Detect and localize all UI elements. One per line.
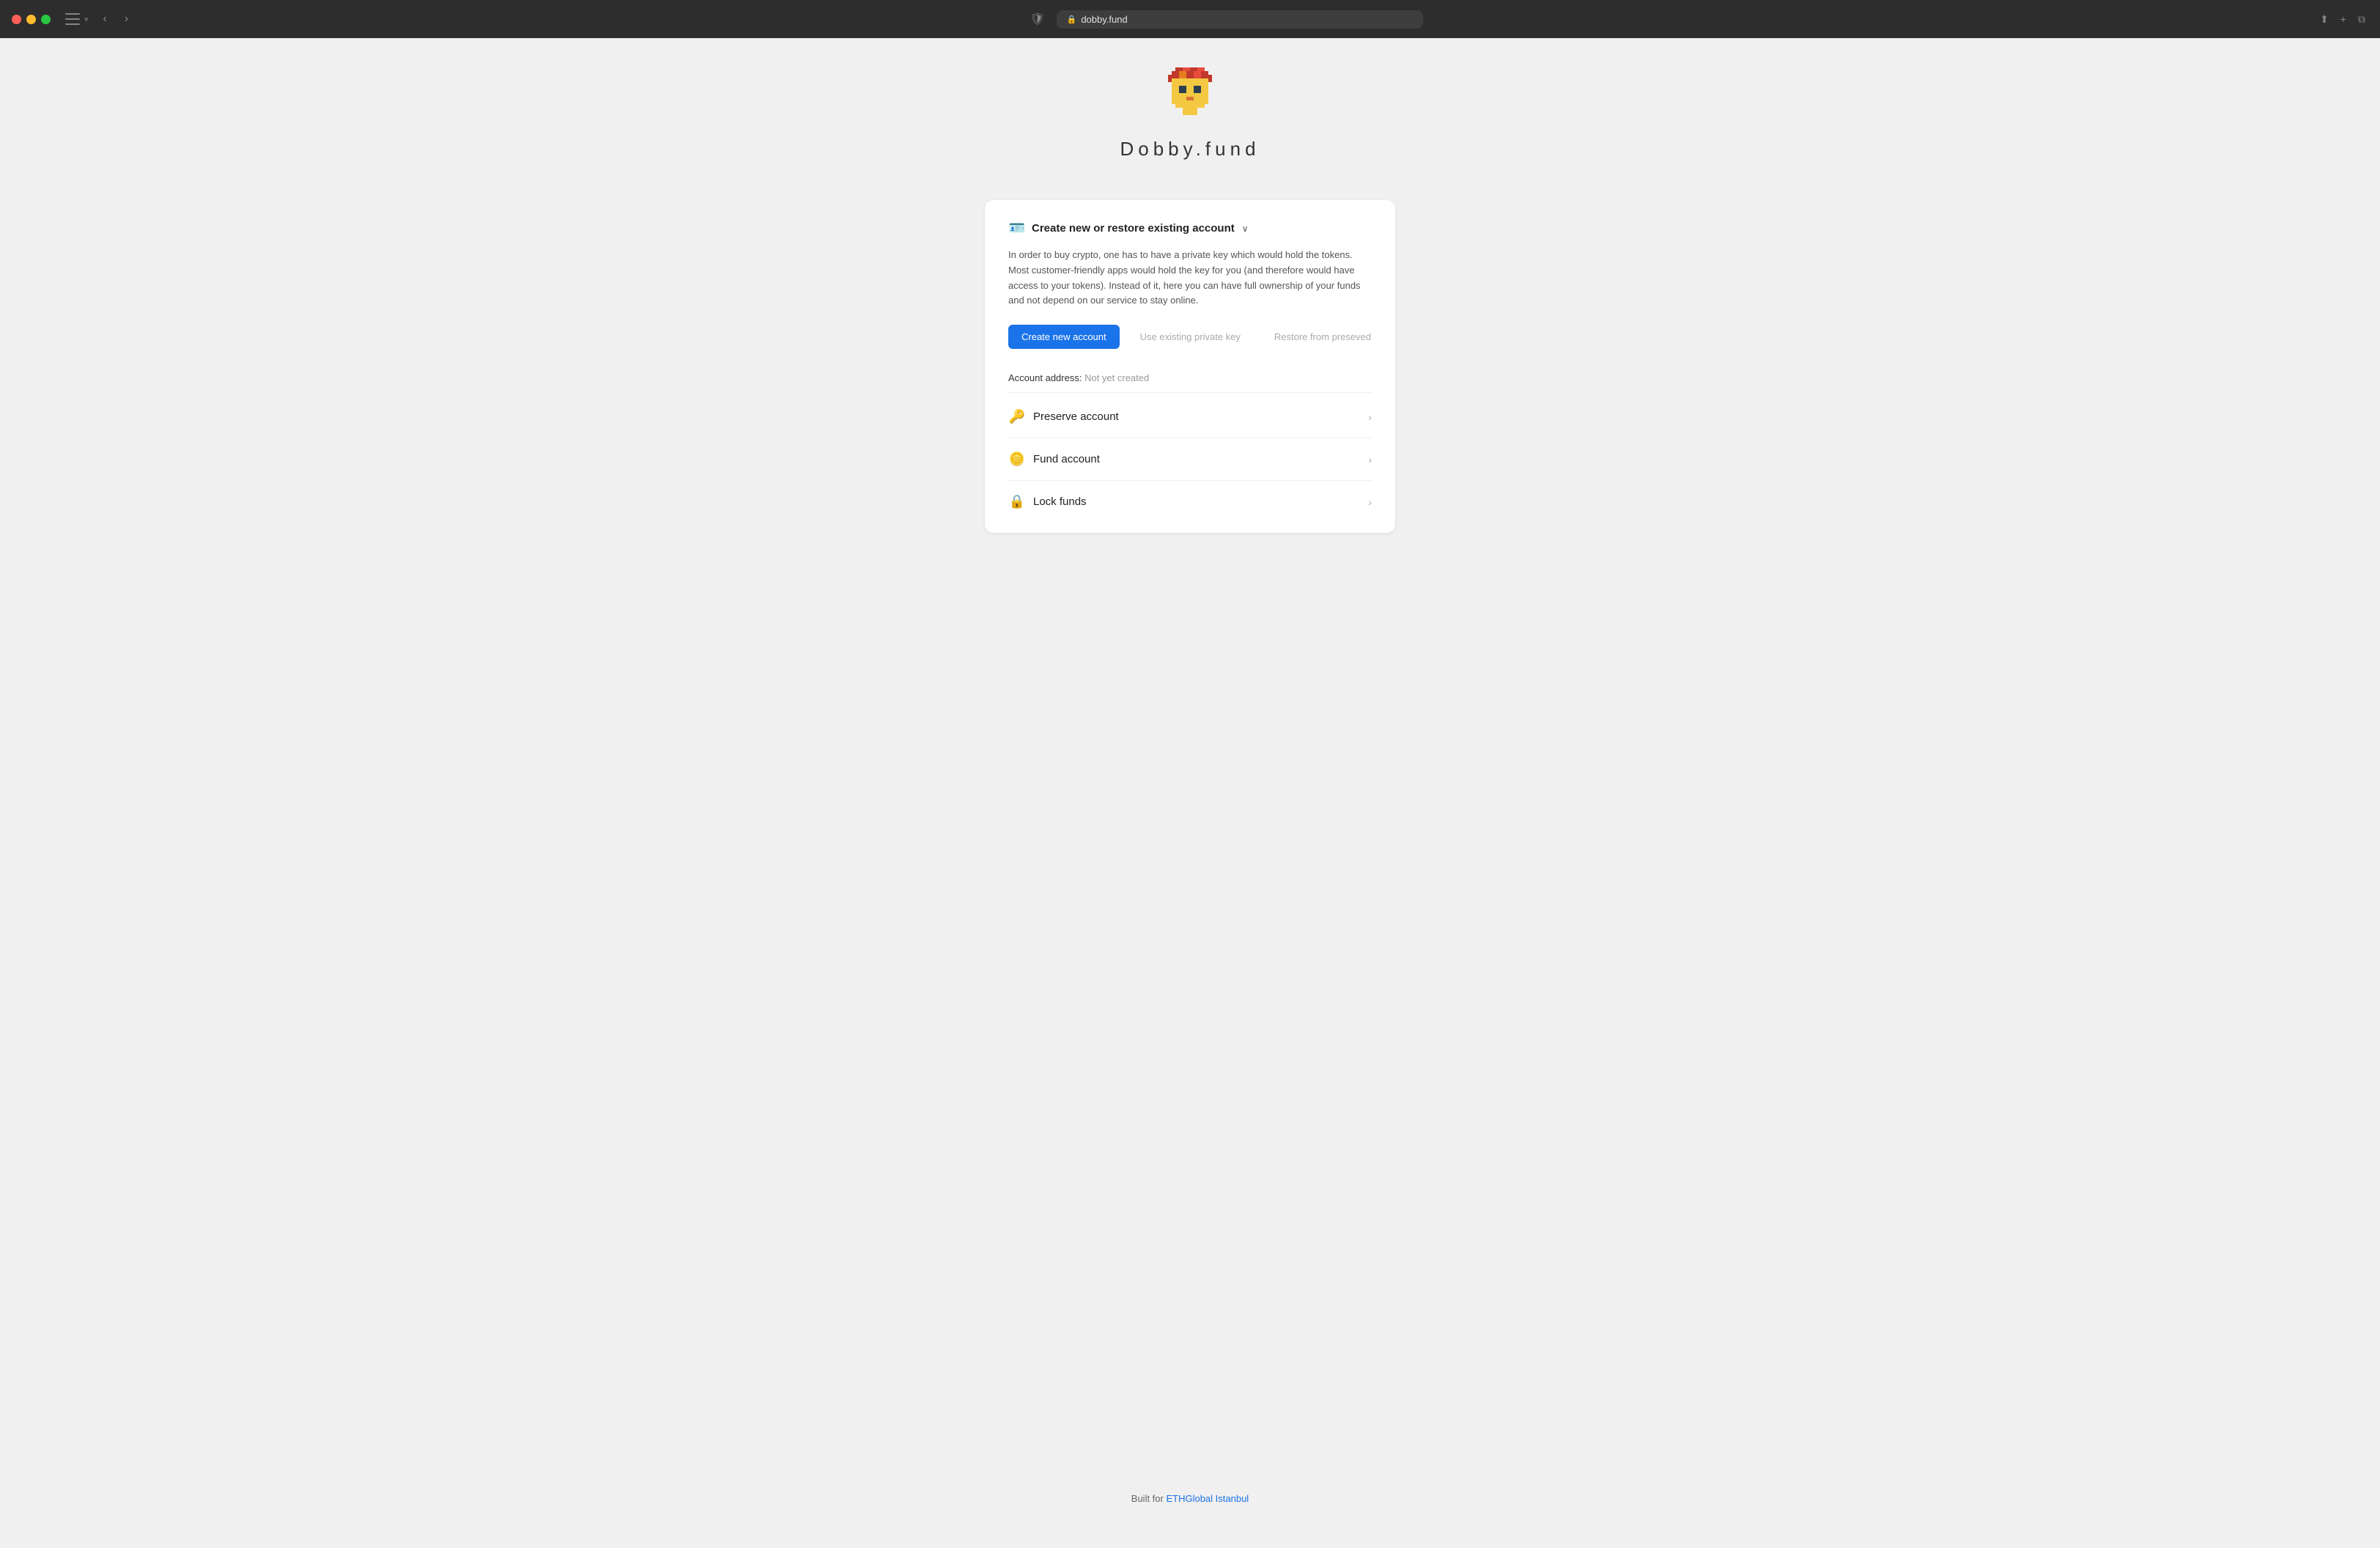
ethglobal-link[interactable]: ETHGlobal Istanbul xyxy=(1166,1493,1249,1504)
fund-account-icon: 🪙 xyxy=(1008,452,1026,467)
share-button[interactable]: ⬆ xyxy=(2317,10,2332,29)
sidebar-toggle[interactable] xyxy=(65,13,80,25)
card-description: In order to buy crypto, one has to have … xyxy=(1008,248,1372,309)
back-button[interactable]: ‹ xyxy=(99,11,111,27)
use-existing-key-button[interactable]: Use existing private key xyxy=(1127,325,1254,349)
preserve-account-icon: 🔑 xyxy=(1008,409,1026,424)
account-address-value: Not yet created xyxy=(1084,372,1149,383)
fund-account-label: Fund account xyxy=(1033,453,1361,465)
preserve-account-row[interactable]: 🔑 Preserve account › xyxy=(1008,396,1372,438)
preserve-account-chevron: › xyxy=(1368,411,1372,423)
account-address-label: Account address: xyxy=(1008,372,1082,383)
tabs-button[interactable]: ⧉ xyxy=(2355,10,2368,29)
site-avatar xyxy=(1161,67,1219,126)
footer-text: Built for xyxy=(1131,1493,1167,1504)
shield-icon: 🛡 xyxy=(1027,9,1048,29)
traffic-lights xyxy=(12,15,51,24)
card-header[interactable]: 🪪 Create new or restore existing account… xyxy=(1008,221,1372,236)
browser-actions: ⬆ + ⧉ xyxy=(2317,10,2368,29)
restore-from-preserved-button[interactable]: Restore from preseved xyxy=(1261,325,1384,349)
browser-controls: ▾ xyxy=(65,13,90,25)
main-card: 🪪 Create new or restore existing account… xyxy=(985,200,1395,533)
new-tab-button[interactable]: + xyxy=(2338,10,2349,28)
page-wrapper: Dobby.fund 🪪 Create new or restore exist… xyxy=(0,38,2380,1548)
lock-funds-row[interactable]: 🔒 Lock funds › xyxy=(1008,481,1372,512)
lock-funds-icon: 🔒 xyxy=(1008,494,1026,509)
footer: Built for ETHGlobal Istanbul xyxy=(1131,1464,1249,1504)
create-new-account-button[interactable]: Create new account xyxy=(1008,325,1120,349)
fund-account-chevron: › xyxy=(1368,454,1372,465)
logo-area: Dobby.fund xyxy=(1120,67,1260,161)
address-bar[interactable]: 🔒 dobby.fund xyxy=(1057,10,1423,29)
preserve-account-label: Preserve account xyxy=(1033,410,1361,423)
card-header-text: Create new or restore existing account xyxy=(1032,222,1235,235)
lock-icon: 🔒 xyxy=(1067,15,1077,24)
chevron-down-icon: ∨ xyxy=(1242,224,1249,234)
action-buttons: Create new account Use existing private … xyxy=(1008,325,1372,349)
site-title: Dobby.fund xyxy=(1120,138,1260,161)
url-text: dobby.fund xyxy=(1081,14,1127,25)
close-button[interactable] xyxy=(12,15,21,24)
lock-funds-label: Lock funds xyxy=(1033,495,1361,508)
maximize-button[interactable] xyxy=(41,15,51,24)
card-header-icon: 🪪 xyxy=(1008,221,1026,236)
lock-funds-chevron: › xyxy=(1368,496,1372,508)
fund-account-row[interactable]: 🪙 Fund account › xyxy=(1008,438,1372,481)
chevron-down-icon: ▾ xyxy=(84,15,89,24)
forward-button[interactable]: › xyxy=(120,11,133,27)
minimize-button[interactable] xyxy=(26,15,36,24)
account-address-row: Account address: Not yet created xyxy=(1008,364,1372,393)
browser-chrome: ▾ ‹ › 🛡 🔒 dobby.fund ⬆ + ⧉ xyxy=(0,0,2380,38)
